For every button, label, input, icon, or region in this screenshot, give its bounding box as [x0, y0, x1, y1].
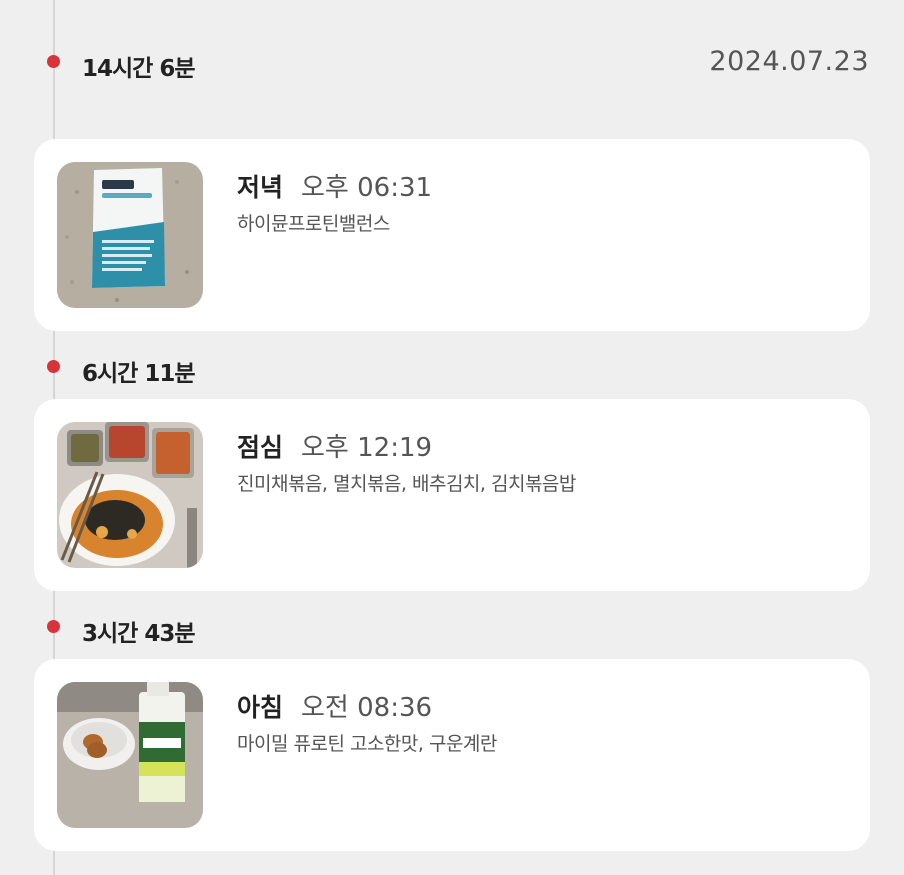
time-gap-label: 6시간 11분 — [82, 361, 195, 387]
date-label: 2024.07.23 — [709, 46, 869, 77]
meal-time-label: 오전 08:36 — [301, 693, 433, 723]
protein-pouch-photo-icon — [57, 162, 203, 308]
time-gap-row: 14시간 6분 2024.07.23 — [0, 41, 904, 82]
kimchi-fried-rice-photo-icon — [57, 422, 203, 568]
meal-card-breakfast[interactable]: 아침 오전 08:36 마이밀 퓨로틴 고소한맛, 구운계란 — [34, 659, 870, 851]
meal-photo-thumbnail[interactable] — [57, 682, 203, 828]
meal-photo-thumbnail[interactable] — [57, 162, 203, 308]
time-gap-label: 3시간 43분 — [82, 621, 195, 647]
meal-type-label: 저녁 — [237, 173, 284, 202]
meal-card-dinner[interactable]: 저녁 오후 06:31 하이뮨프로틴밸런스 — [34, 139, 870, 331]
protein-drink-eggs-photo-icon — [57, 682, 203, 828]
meal-type-label: 아침 — [237, 693, 284, 722]
meal-header: 저녁 오후 06:31 — [237, 167, 432, 204]
meal-time-label: 오후 06:31 — [301, 173, 433, 203]
meal-foods-list: 하이뮨프로틴밸런스 — [237, 213, 390, 235]
time-gap-label: 14시간 6분 — [82, 56, 195, 82]
meal-type-label: 점심 — [237, 433, 284, 462]
meal-time-label: 오후 12:19 — [301, 433, 433, 463]
meal-card-lunch[interactable]: 점심 오후 12:19 진미채볶음, 멸치볶음, 배추김치, 김치볶음밥 — [34, 399, 870, 591]
time-gap-row: 3시간 43분 — [0, 606, 904, 647]
meal-photo-thumbnail[interactable] — [57, 422, 203, 568]
meal-foods-list: 마이밀 퓨로틴 고소한맛, 구운계란 — [237, 733, 497, 755]
time-gap-row: 6시간 11분 — [0, 346, 904, 387]
meal-header: 아침 오전 08:36 — [237, 687, 432, 724]
timeline-dot — [47, 620, 60, 633]
meal-foods-list: 진미채볶음, 멸치볶음, 배추김치, 김치볶음밥 — [237, 473, 576, 495]
timeline-dot — [47, 360, 60, 373]
timeline-dot — [47, 55, 60, 68]
meal-header: 점심 오후 12:19 — [237, 427, 432, 464]
